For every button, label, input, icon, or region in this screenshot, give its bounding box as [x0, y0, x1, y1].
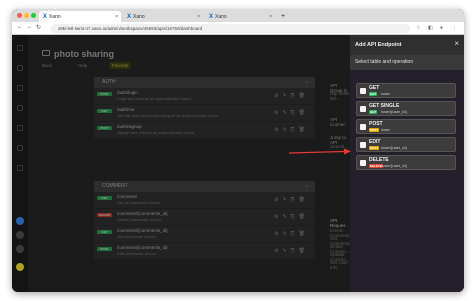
- dashboard-icon[interactable]: [17, 45, 23, 51]
- url-field[interactable]: x8ki-letl-twmt.n7.xano.io/admin/workspac…: [50, 24, 410, 33]
- tasks-icon[interactable]: [17, 125, 23, 131]
- close-tab-icon[interactable]: ×: [115, 14, 118, 20]
- panel-header: Add API Endpoint ×: [350, 35, 464, 55]
- close-tab-icon[interactable]: ×: [269, 14, 272, 20]
- panel-title: Add API Endpoint: [355, 42, 402, 48]
- checkbox-icon[interactable]: [360, 88, 366, 94]
- method-badge: POST: [369, 146, 380, 150]
- operation-get-single[interactable]: GET SINGLE GET /user/{user_id}: [356, 101, 456, 116]
- close-window-button[interactable]: [17, 13, 22, 18]
- api-group-page: photo sharing Back Help Favorite AUTH ⌄ …: [28, 35, 352, 292]
- files-icon[interactable]: [17, 145, 23, 151]
- checkbox-icon[interactable]: [360, 160, 366, 166]
- operation-edit[interactable]: EDIT POST /user/{user_id}: [356, 137, 456, 152]
- forward-arrow-icon[interactable]: →: [26, 24, 32, 30]
- app-sidebar: [12, 35, 28, 292]
- help-circle-icon[interactable]: [16, 217, 24, 225]
- operation-path: /user/{user_id}: [381, 163, 407, 168]
- panel-subheader: Select table and operation: [350, 55, 464, 70]
- add-api-endpoint-panel: Add API Endpoint × Select table and oper…: [350, 35, 464, 292]
- database-icon[interactable]: [17, 65, 23, 71]
- operation-get[interactable]: GET GET /user: [356, 83, 456, 98]
- operation-path: /user: [381, 91, 390, 96]
- notifications-icon[interactable]: [16, 231, 24, 239]
- browser-tab[interactable]: X Xano ×: [123, 11, 203, 22]
- modal-backdrop[interactable]: [28, 35, 350, 292]
- operation-delete[interactable]: DELETE DELETE /user/{user_id}: [356, 155, 456, 170]
- bookmark-star-icon[interactable]: ☆: [416, 25, 420, 31]
- operation-name: GET: [369, 85, 380, 91]
- maximize-window-button[interactable]: [31, 13, 36, 18]
- tab-bar: X Xano × X Xano × X Xano × +: [12, 9, 464, 22]
- xano-logo-icon: X: [127, 13, 132, 20]
- extensions-icon[interactable]: ◧: [428, 25, 433, 31]
- browser-tab[interactable]: X Xano ×: [39, 11, 121, 22]
- checkbox-icon[interactable]: [360, 106, 366, 112]
- method-badge: POST: [369, 128, 380, 132]
- user-avatar[interactable]: [16, 263, 24, 271]
- profile-icon[interactable]: ●: [440, 25, 443, 31]
- new-tab-button[interactable]: +: [277, 11, 287, 22]
- close-tab-icon[interactable]: ×: [197, 14, 200, 20]
- operation-path: /user: [381, 127, 390, 132]
- minimize-window-button[interactable]: [24, 13, 29, 18]
- tab-label: Xano: [133, 13, 145, 20]
- api-icon[interactable]: [17, 85, 23, 91]
- annotation-arrow-icon: [288, 148, 351, 155]
- address-bar-row: ← → ↻ x8ki-letl-twmt.n7.xano.io/admin/wo…: [12, 22, 464, 35]
- more-menu-icon[interactable]: ⋮: [452, 25, 457, 31]
- reload-icon[interactable]: ↻: [36, 24, 41, 31]
- method-badge: GET: [369, 92, 378, 96]
- xano-logo-icon: X: [209, 13, 214, 20]
- operation-post[interactable]: POST POST /user: [356, 119, 456, 134]
- tab-label: Xano: [49, 13, 61, 20]
- tab-label: Xano: [215, 13, 227, 20]
- checkbox-icon[interactable]: [360, 142, 366, 148]
- operation-name: EDIT: [369, 139, 381, 145]
- chat-icon[interactable]: [16, 245, 24, 253]
- operation-path: /user/{user_id}: [381, 109, 407, 114]
- method-badge: GET: [369, 110, 378, 114]
- browser-tab[interactable]: X Xano ×: [205, 11, 275, 22]
- functions-icon[interactable]: [17, 105, 23, 111]
- back-arrow-icon[interactable]: ←: [17, 24, 23, 30]
- browser-window: X Xano × X Xano × X Xano × + ← → ↻ x8ki-…: [12, 9, 464, 292]
- settings-icon[interactable]: [17, 165, 23, 171]
- checkbox-icon[interactable]: [360, 124, 366, 130]
- xano-logo-icon: X: [43, 13, 48, 20]
- operation-path: /user/{user_id}: [381, 145, 407, 150]
- close-icon[interactable]: ×: [454, 39, 459, 48]
